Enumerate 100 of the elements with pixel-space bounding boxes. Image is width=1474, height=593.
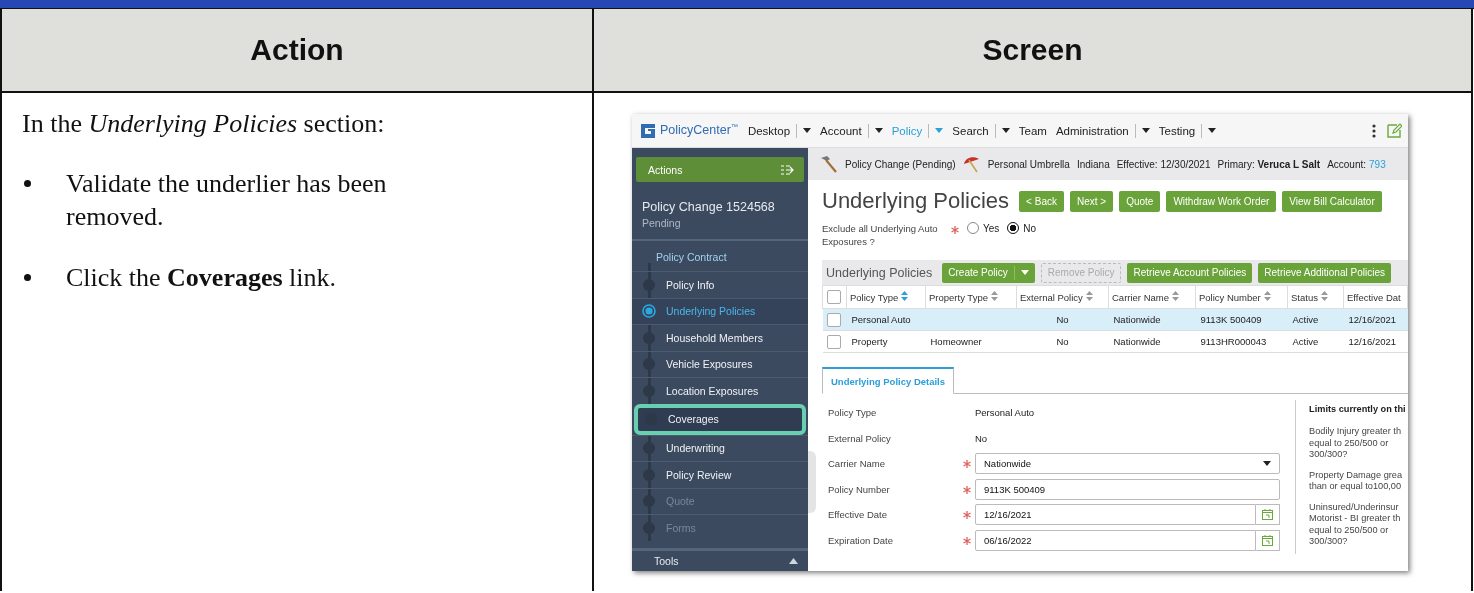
date-field[interactable]: 06/16/2022 [975,529,1256,551]
instruction-text: In the Underlying Policies section: [22,108,386,140]
umbrella-icon [962,155,981,173]
table-cell: No [1056,336,1069,347]
menu-tab[interactable]: Team [1018,124,1047,137]
column-header[interactable]: Policy Type [846,285,926,309]
step-dot-icon [642,357,656,372]
field-label: Policy Number [828,483,891,495]
caret-down-icon [1263,461,1271,467]
select-all-checkbox[interactable] [827,290,841,304]
column-header[interactable]: Carrier Name [1108,285,1196,309]
column-header: Screen [594,9,1473,93]
field-value: No [975,432,988,444]
question-label: Exclude all Underlying Auto Exposures ? [822,222,939,248]
row-checkbox[interactable] [826,334,841,349]
job-title: Policy Change 1524568 [642,200,776,214]
table-cell: 9113K 500409 [1200,314,1262,325]
field-label: Expiration Date [828,534,894,546]
bullet-icon [24,180,31,187]
table-cell: 9113HR000043 [1200,336,1267,347]
menu-tab[interactable]: Account [820,124,862,137]
calendar-icon [1262,509,1273,521]
menu-tab[interactable]: Testing [1158,124,1196,137]
menu-tab[interactable]: Search [952,124,989,137]
row-checkbox[interactable] [826,312,841,327]
table-cell: Property [851,336,888,347]
caret-down-icon [1020,270,1029,275]
menu-tab[interactable]: Desktop [747,124,791,137]
table-cell: Active [1292,314,1319,325]
panel-title: Underlying Policies [826,265,933,280]
instruction-text: Click the Coverages link. [66,262,338,294]
calendar-button[interactable] [1256,504,1280,526]
sidebar-item[interactable]: Policy Info [632,271,808,298]
info-text: Indiana [1076,158,1110,170]
table-cell: Homeowner [930,336,982,347]
info-text: Personal Umbrella [987,158,1070,170]
table-cell: Nationwide [1113,314,1161,325]
section-heading[interactable]: Policy Contract [632,247,808,271]
sidebar-item[interactable]: Policy Review [632,461,808,488]
bullet-icon [24,274,31,281]
more-options-icon [1372,123,1376,138]
limits-heading: Limits currently on thi [1309,404,1407,414]
table-cell: Personal Auto [851,314,911,325]
column-header[interactable]: Policy Number [1195,285,1288,309]
step-dot-icon [642,494,656,509]
table-cell: 12/16/2021 [1348,336,1397,347]
sidebar-item[interactable]: Vehicle Exposures [632,350,808,377]
info-text: Policy Change (Pending) [845,158,956,170]
table-cell: No [1056,314,1069,325]
step-dot-icon [642,467,656,482]
column-header[interactable]: External Policy [1016,285,1109,309]
instruction-text: Validate the underlier has been removed. [66,168,388,233]
radio-button[interactable] [967,222,979,234]
field-value: Personal Auto [975,407,1035,419]
edit-note-icon [1386,122,1402,139]
sidebar-item[interactable]: Household Members [632,324,808,351]
field-label: Effective Date [828,509,888,521]
page-title: Underlying Policies [822,188,1010,214]
field-label: External Policy [828,432,892,444]
field-label: Carrier Name [828,458,886,470]
calendar-icon [1262,534,1273,546]
column-header: Action [2,9,594,93]
limit-question: Bodily Injury greater th equal to 250/500 or 300/300? [1309,426,1402,461]
field-label: Policy Type [828,407,878,419]
sidebar-item[interactable]: Underwriting [632,434,808,461]
table-cell: 12/16/2021 [1348,314,1397,325]
input-field[interactable]: 9113K 500409 [975,478,1280,500]
table-cell: Nationwide [1113,336,1161,347]
sidebar-item[interactable]: Location Exposures [632,377,808,404]
column-header[interactable]: Status [1287,285,1344,309]
calendar-button[interactable] [1256,529,1280,551]
column-header[interactable]: Effective Dat [1343,285,1408,309]
actions-button[interactable]: Actions [636,157,804,182]
sidebar-item[interactable]: Coverages [634,403,806,435]
tools-header[interactable]: Tools [632,548,808,571]
limit-question: Property Damage grea than or equal to100,00 [1309,469,1404,493]
radio-label: No [1023,222,1037,234]
radio-label: Yes [983,222,1000,234]
step-dot-icon [642,277,656,292]
step-dot-icon [642,383,656,398]
date-field[interactable]: 12/16/2021 [975,504,1256,526]
column-header[interactable]: Property Type [925,285,1017,309]
step-dot-icon [642,330,656,345]
sidebar-item[interactable]: Underlying Policies [632,297,808,324]
list-icon [781,164,794,175]
table-cell: Active [1292,336,1319,347]
app-logo-text: PolicyCenter$^{™}$ [660,123,738,138]
radio-button[interactable] [1007,222,1020,234]
step-dot-icon [642,441,656,456]
limit-question: Uninsured/Underinsur Motorist - BI greater th equal to 250/500 or 300/300? [1309,501,1402,548]
info-text: Effective: 12/30/2021 [1116,158,1211,170]
logo-icon [640,122,656,139]
resize-handle[interactable] [808,451,816,513]
job-status: Pending [642,217,682,229]
dropdown-field[interactable]: Nationwide [975,453,1280,475]
current-step-icon [642,304,656,319]
info-text: Account: [1327,158,1367,170]
step-dot-icon [642,520,656,535]
menu-tab[interactable]: Administration [1055,124,1129,137]
info-text: Primary: Veruca L Salt [1217,158,1321,170]
